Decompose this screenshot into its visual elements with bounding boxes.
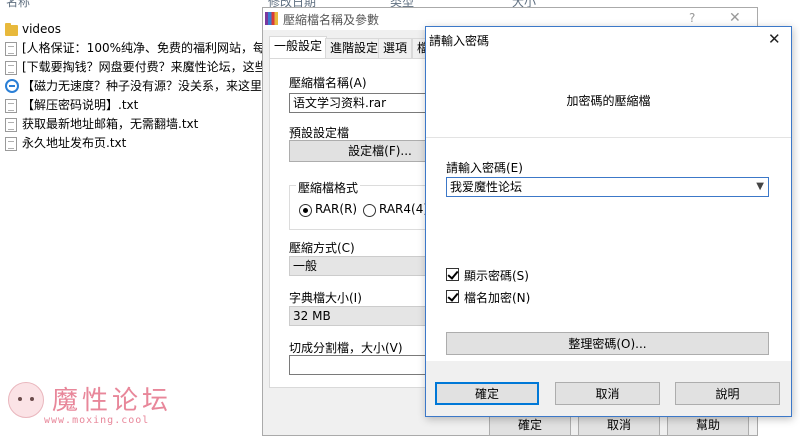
watermark-title: 魔性论坛 <box>52 386 173 416</box>
format-rar4-radio[interactable] <box>363 204 376 217</box>
split-volume-field[interactable] <box>289 355 431 375</box>
enter-password-label: 請輸入密碼(E) <box>446 161 523 175</box>
dictionary-size-select[interactable]: 32 MB <box>289 306 431 326</box>
tab-advanced[interactable]: 進階設定 <box>325 38 384 58</box>
password-combo[interactable]: 我爱魔性论坛 ▼ <box>446 177 769 197</box>
tab-general[interactable]: 一般設定 <box>269 36 328 58</box>
encrypt-filenames-label: 檔名加密(N) <box>464 291 531 305</box>
file-name: [下载要掏钱？网盘要付费？来魔性论坛，这些... <box>22 60 262 74</box>
chevron-down-icon[interactable]: ▼ <box>756 178 764 196</box>
list-item[interactable]: [下载要掏钱？网盘要付费？来魔性论坛，这些... <box>0 58 262 77</box>
list-item[interactable]: videos <box>0 20 262 39</box>
list-item[interactable]: 【解压密码说明】.txt <box>0 96 262 115</box>
text-file-icon <box>5 61 17 75</box>
encrypt-filenames-checkbox[interactable] <box>446 290 459 303</box>
list-item[interactable]: 永久地址发布页.txt <box>0 134 262 153</box>
general-settings-panel: 壓縮檔名稱(A) 语文学习资料.rar 預設設定檔 設定檔(F)... 壓縮檔格… <box>269 58 431 388</box>
close-icon[interactable]: ✕ <box>729 10 741 26</box>
password-help-button[interactable]: 說明 <box>675 382 780 405</box>
split-volume-label: 切成分割檔，大小(V) <box>289 341 403 355</box>
password-ok-button[interactable]: 確定 <box>435 382 539 405</box>
divider <box>426 137 791 138</box>
show-password-checkbox[interactable] <box>446 268 459 281</box>
list-item[interactable]: 【磁力无速度？种子没有源？没关系，来这里免... <box>0 77 262 96</box>
column-header-row: 名称 修改日期 类型 大小 <box>0 0 800 10</box>
text-file-icon <box>5 42 17 56</box>
text-file-icon <box>5 99 17 113</box>
password-dialog-titlebar: 請輸入密碼 ✕ <box>426 27 791 51</box>
compression-method-label: 壓縮方式(C) <box>289 241 355 255</box>
enter-password-dialog: 請輸入密碼 ✕ 加密碼的壓縮檔 請輸入密碼(E) 我爱魔性论坛 ▼ 顯示密碼(S… <box>425 26 792 417</box>
file-name: [人格保证：100%纯净、免费的福利网站，每... <box>22 41 262 55</box>
file-name: 【磁力无速度？种子没有源？没关系，来这里免... <box>22 79 262 93</box>
password-value: 我爱魔性论坛 <box>450 180 523 194</box>
archive-dialog-title: 壓縮檔名稱及參數 <box>283 13 380 27</box>
tab-options[interactable]: 選項 <box>378 38 413 58</box>
file-name: 【解压密码说明】.txt <box>22 98 139 112</box>
format-rar-label: RAR(R) <box>315 202 358 216</box>
show-password-label: 顯示密碼(S) <box>464 269 529 283</box>
format-rar4-label: RAR4(4) <box>379 202 429 216</box>
organize-passwords-button[interactable]: 整理密碼(O)... <box>446 332 769 355</box>
close-icon[interactable]: ✕ <box>768 30 781 48</box>
format-rar-radio[interactable] <box>299 204 312 217</box>
list-item[interactable]: [人格保证：100%纯净、免费的福利网站，每... <box>0 39 262 58</box>
password-panel: 加密碼的壓縮檔 請輸入密碼(E) 我爱魔性论坛 ▼ 顯示密碼(S) 檔名加密(N… <box>426 51 791 361</box>
browser-shortcut-icon <box>5 79 19 93</box>
file-list: videos [人格保证：100%纯净、免费的福利网站，每... [下载要掏钱？… <box>0 20 262 153</box>
watermark-logo: 魔性论坛 www.moxing.cool <box>8 380 183 432</box>
text-file-icon <box>5 118 17 132</box>
password-dialog-subtitle: 加密碼的壓縮檔 <box>566 94 651 108</box>
archive-name-field[interactable]: 语文学习资料.rar <box>289 93 431 113</box>
list-item[interactable]: 获取最新地址邮箱，无需翻墙.txt <box>0 115 262 134</box>
folder-icon <box>5 23 18 36</box>
password-dialog-title: 請輸入密碼 <box>429 34 490 48</box>
help-icon[interactable]: ? <box>689 11 695 25</box>
file-name: 获取最新地址邮箱，无需翻墙.txt <box>22 117 199 131</box>
file-name: 永久地址发布页.txt <box>22 136 127 150</box>
watermark-url: www.moxing.cool <box>44 415 150 426</box>
column-header-name[interactable]: 名称 <box>6 0 30 10</box>
password-cancel-button[interactable]: 取消 <box>555 382 660 405</box>
dictionary-size-label: 字典檔大小(I) <box>289 291 362 305</box>
file-name: videos <box>22 22 62 36</box>
profile-label: 預設設定檔 <box>289 126 350 140</box>
mascot-face-icon <box>8 382 44 418</box>
profiles-button[interactable]: 設定檔(F)... <box>289 140 431 162</box>
archive-name-label: 壓縮檔名稱(A) <box>289 76 367 90</box>
winrar-icon <box>265 12 278 25</box>
text-file-icon <box>5 137 17 151</box>
format-group-label: 壓縮檔格式 <box>296 179 361 196</box>
compression-method-select[interactable]: 一般 <box>289 256 431 276</box>
